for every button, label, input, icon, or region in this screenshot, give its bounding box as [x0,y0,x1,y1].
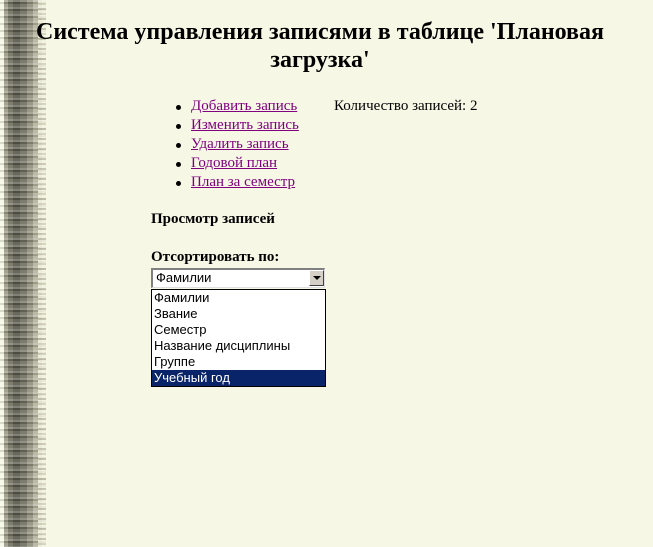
sort-option-academic-year[interactable]: Учебный год [152,370,325,386]
sort-dropdown-list: Фамилии Звание Семестр Название дисципли… [151,289,326,387]
chevron-down-icon[interactable] [309,270,324,286]
sort-select[interactable]: Фамилии [151,268,325,288]
view-records-heading: Просмотр записей [151,211,275,227]
menu-item-edit: Изменить запись [176,116,299,135]
sort-label: Отсортировать по: [151,249,280,265]
annual-plan-link[interactable]: Годовой план [191,155,277,171]
sort-select-value: Фамилии [156,270,212,285]
sort-option-semester[interactable]: Семестр [152,322,325,338]
decorative-left-border [0,0,46,547]
delete-record-link[interactable]: Удалить запись [191,136,289,152]
edit-record-link[interactable]: Изменить запись [191,117,299,133]
record-count: Количество записей: 2 [334,98,478,114]
add-record-link[interactable]: Добавить запись [191,98,297,114]
menu-item-add: Добавить запись [176,97,299,116]
sort-option-surname[interactable]: Фамилии [152,290,325,306]
semester-plan-link[interactable]: План за семестр [191,174,295,190]
menu-item-delete: Удалить запись [176,135,299,154]
sort-option-discipline[interactable]: Название дисциплины [152,338,325,354]
menu-item-semester-plan: План за семестр [176,173,299,192]
page-title: Система управления записями в таблице 'П… [35,19,604,73]
action-menu: Добавить запись Изменить запись Удалить … [176,97,299,192]
menu-item-annual-plan: Годовой план [176,154,299,173]
sort-option-title[interactable]: Звание [152,306,325,322]
sort-option-group[interactable]: Группе [152,354,325,370]
